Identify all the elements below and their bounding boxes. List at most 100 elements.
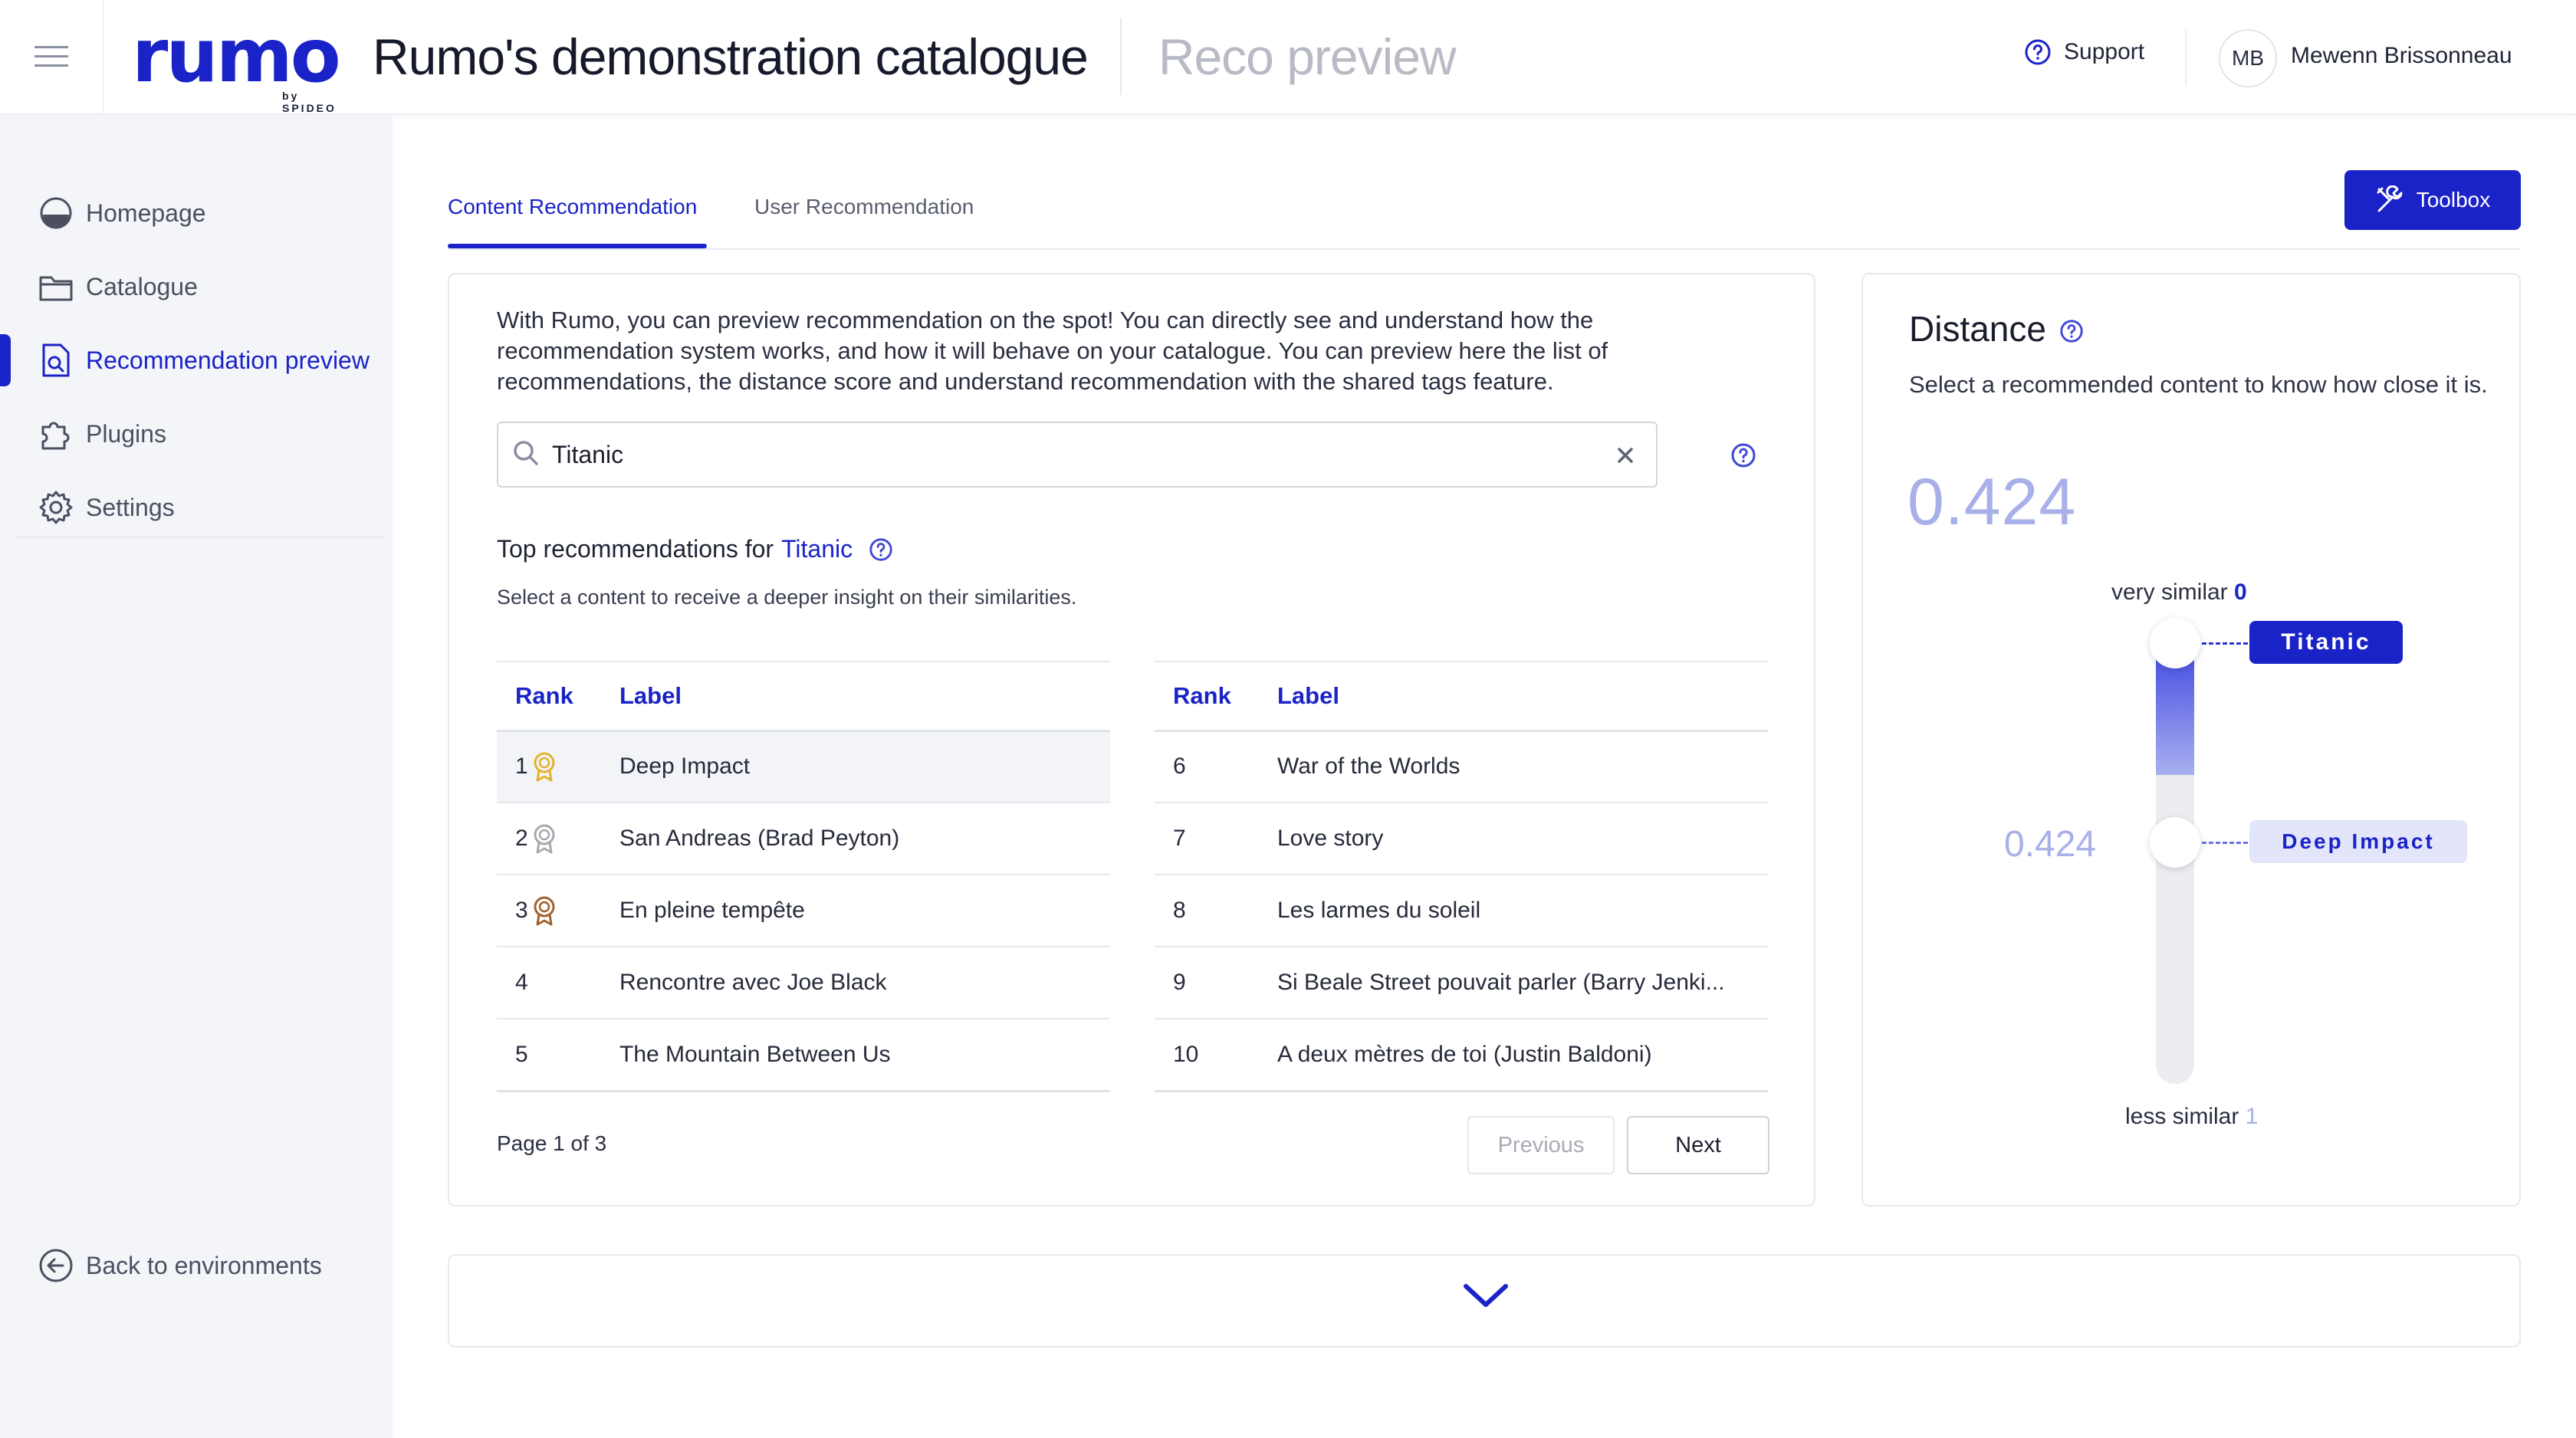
header-divider (2185, 29, 2187, 86)
label-value: Deep Impact (619, 730, 1110, 803)
content-recommendation-card: With Rumo, you can preview recommendatio… (448, 273, 1815, 1207)
support-link[interactable]: Support (2024, 38, 2144, 66)
table-row[interactable]: 9 Si Beale Street pouvait parler (Barry … (1155, 947, 1768, 1019)
rank-value: 3 (515, 898, 528, 923)
puzzle-icon (38, 416, 74, 451)
help-circle-icon (2025, 39, 2051, 65)
sidebar-item-label: Catalogue (86, 272, 198, 300)
sidebar-item-settings[interactable]: Settings (0, 471, 383, 544)
sidebar-item-label: Recommendation preview (86, 346, 370, 374)
recommendations-table-right: Rank Label 6 War of the Worlds 7 Love st… (1155, 661, 1768, 1092)
sidebar-divider (15, 537, 383, 538)
less-similar-value: 1 (2245, 1104, 2259, 1129)
intro-text: With Rumo, you can preview recommendatio… (497, 307, 1608, 395)
help-circle-icon[interactable] (868, 537, 894, 563)
page-subtitle: Reco preview (1158, 28, 1457, 85)
chevron-down-icon (1464, 1284, 1508, 1307)
label-value: A deux mètres de toi (Justin Baldoni) (1277, 1019, 1768, 1092)
rank-value: 4 (497, 947, 619, 1019)
very-similar-text: very similar (2111, 579, 2228, 605)
label-value: Love story (1277, 803, 1768, 875)
sidebar-nav: Homepage Catalogue Recommendation previe… (0, 176, 383, 544)
help-circle-icon (1731, 443, 1756, 468)
logo-text: rumo (132, 13, 341, 99)
table-row[interactable]: 4 Rencontre avec Joe Black (497, 947, 1110, 1019)
label-value: Si Beale Street pouvait parler (Barry Je… (1277, 947, 1768, 1019)
recommended-connector (2202, 842, 2248, 844)
recommendations-table-left: Rank Label 1 Deep Impact 2 San Andreas (… (497, 661, 1110, 1092)
avatar[interactable]: MB (2219, 29, 2277, 87)
rank-value: 5 (497, 1019, 619, 1092)
less-similar-text: less similar (2125, 1104, 2239, 1129)
menu-button[interactable] (0, 0, 104, 114)
table-row[interactable]: 5 The Mountain Between Us (497, 1019, 1110, 1092)
help-circle-icon[interactable] (2058, 318, 2085, 344)
homepage-icon (38, 195, 74, 231)
label-header: Label (619, 661, 1110, 732)
recommendations-subtitle: Select a content to receive a deeper ins… (497, 586, 1077, 609)
expand-button[interactable] (1461, 1280, 1510, 1315)
toolbox-label: Toolbox (2416, 188, 2491, 212)
search-input[interactable] (552, 440, 1572, 469)
title-divider (1119, 18, 1122, 95)
user-name[interactable]: Mewenn Brissonneau (2291, 43, 2512, 69)
rumo-logo[interactable]: rumo by SPIDEO (132, 13, 354, 114)
recommendation-tabs: Content Recommendation User Recommendati… (448, 170, 2521, 250)
rank-value: 2 (515, 826, 528, 851)
sidebar-item-label: Settings (86, 493, 175, 521)
table-row[interactable]: 7 Love story (1155, 803, 1768, 875)
gold-medal-icon (534, 752, 555, 782)
rank-value: 1 (515, 753, 528, 780)
bronze-medal-icon (534, 896, 555, 926)
less-similar-label: less similar 1 (2125, 1104, 2258, 1130)
back-label: Back to environments (86, 1251, 322, 1279)
search-help-button[interactable] (1730, 442, 1757, 473)
sidebar-item-homepage[interactable]: Homepage (0, 176, 383, 250)
expand-panel (448, 1254, 2521, 1348)
recommendations-heading: Top recommendations for Titanic (497, 535, 894, 563)
close-icon (1618, 448, 1633, 463)
back-to-environments-link[interactable]: Back to environments (38, 1248, 322, 1283)
support-label: Support (2064, 39, 2145, 64)
table-row[interactable]: 3 En pleine tempête (497, 875, 1110, 947)
sidebar-item-catalogue[interactable]: Catalogue (0, 250, 383, 323)
next-page-button[interactable]: Next (1627, 1116, 1769, 1174)
tab-user-recommendation[interactable]: User Recommendation (754, 195, 974, 219)
very-similar-label: very similar 0 (2111, 579, 2247, 606)
rank-value: 10 (1155, 1019, 1277, 1092)
distance-heading: Distance (1909, 308, 2085, 350)
previous-page-button[interactable]: Previous (1467, 1116, 1615, 1174)
search-icon (511, 438, 541, 472)
search-field[interactable] (497, 422, 1658, 488)
label-value: Les larmes du soleil (1277, 875, 1768, 947)
clear-search-button[interactable] (1610, 440, 1641, 474)
table-row[interactable]: 2 San Andreas (Brad Peyton) (497, 803, 1110, 875)
toolbox-button[interactable]: Toolbox (2344, 170, 2521, 230)
rank-header: Rank (497, 661, 619, 732)
sidebar-item-recommendation-preview[interactable]: Recommendation preview (0, 323, 383, 397)
pagination-info: Page 1 of 3 (497, 1131, 607, 1155)
distance-value: 0.424 (1907, 465, 2077, 539)
label-value: War of the Worlds (1277, 730, 1768, 803)
table-row[interactable]: 10 A deux mètres de toi (Justin Baldoni) (1155, 1019, 1768, 1092)
tab-content-recommendation[interactable]: Content Recommendation (448, 195, 697, 219)
sidebar-item-plugins[interactable]: Plugins (0, 397, 383, 471)
very-similar-value: 0 (2234, 579, 2247, 605)
hamburger-icon (34, 46, 68, 67)
rank-value: 6 (1155, 730, 1277, 803)
table-row[interactable]: 1 Deep Impact (497, 730, 1110, 803)
sidebar: Homepage Catalogue Recommendation previe… (0, 115, 393, 1438)
label-value: San Andreas (Brad Peyton) (619, 803, 1110, 875)
app-title: Rumo's demonstration catalogue (373, 28, 1089, 85)
label-value: The Mountain Between Us (619, 1019, 1110, 1092)
rank-value: 8 (1155, 875, 1277, 947)
logo-subtext: by SPIDEO (282, 90, 337, 114)
sidebar-item-label: Homepage (86, 199, 206, 227)
table-row[interactable]: 8 Les larmes du soleil (1155, 875, 1768, 947)
sidebar-item-label: Plugins (86, 419, 166, 448)
rank-value: 7 (1155, 803, 1277, 875)
table-row[interactable]: 6 War of the Worlds (1155, 730, 1768, 803)
document-search-icon (38, 343, 74, 378)
silver-medal-icon (534, 824, 555, 854)
active-tab-indicator (448, 244, 707, 248)
